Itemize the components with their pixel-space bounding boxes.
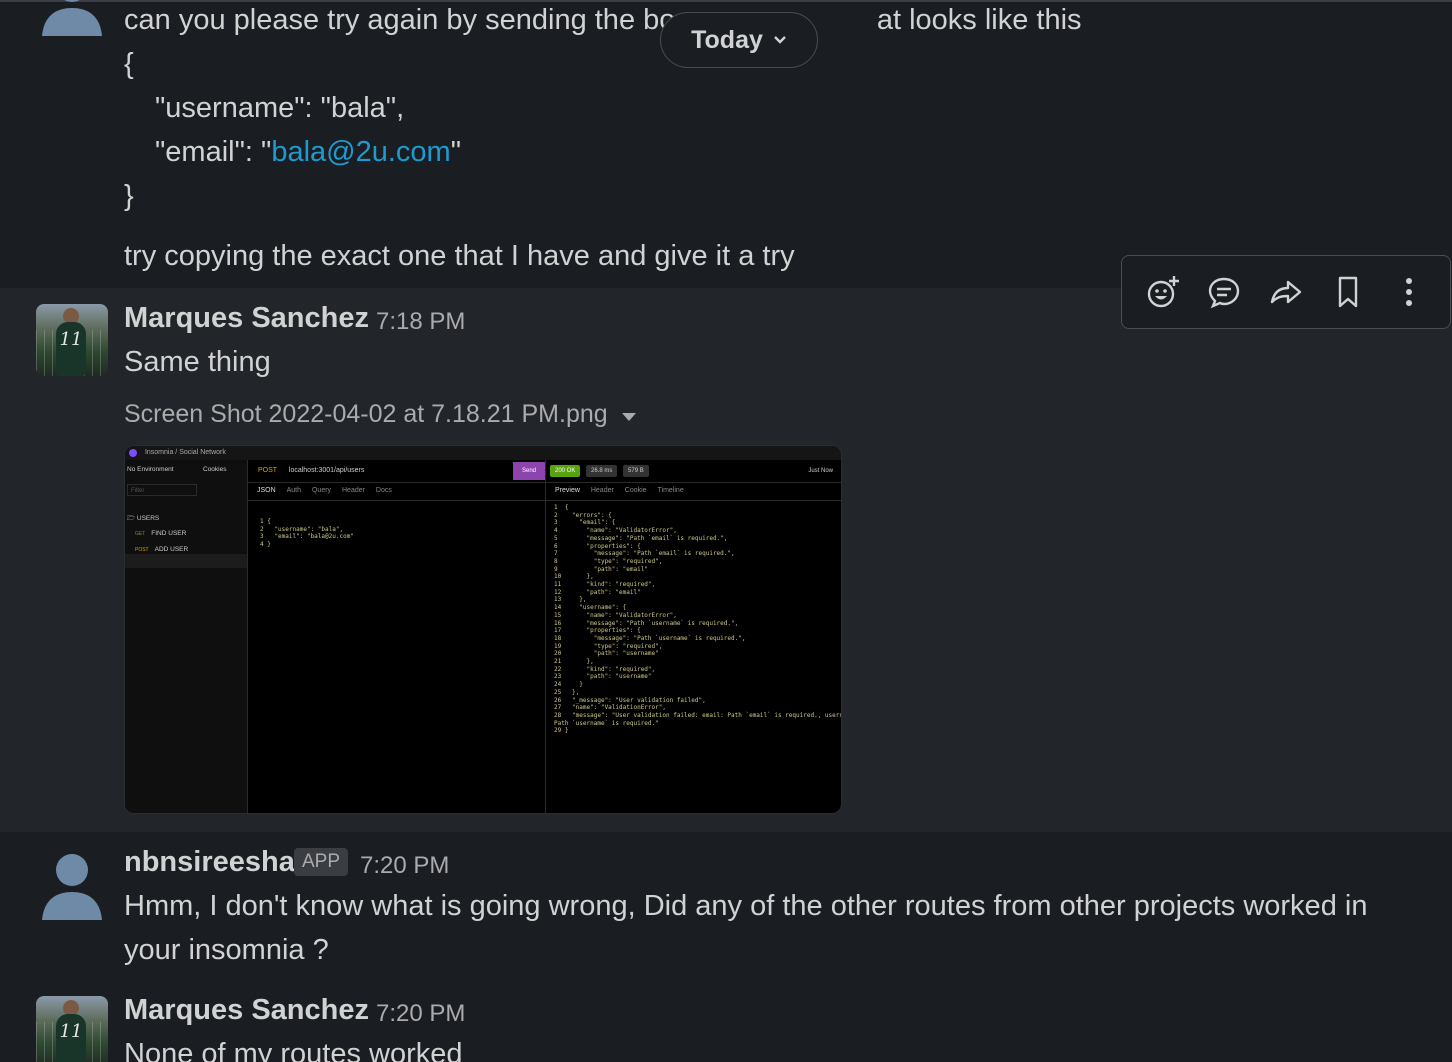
caret-down-icon[interactable] [621, 412, 636, 421]
insomnia-titlebar: Insomnia / Social Network [125, 446, 841, 460]
attachment-image[interactable]: Insomnia / Social Network No Environment… [124, 445, 842, 814]
more-actions-icon [1406, 278, 1413, 306]
insomnia-sidebar: No Environment Cookies Filter 🗁 USERS GE… [125, 460, 248, 813]
insomnia-cookies: Cookies [203, 466, 227, 473]
code-brace-open: { [124, 48, 134, 80]
app-badge: APP [294, 848, 349, 876]
more-actions-button[interactable] [1383, 266, 1435, 318]
insomnia-url-bar: POST localhost:3001/api/users Send [248, 460, 545, 483]
save-for-later-button[interactable] [1322, 266, 1374, 318]
code-line-email: "email": "bala@2u.com" [155, 136, 461, 168]
message-text: your insomnia ? [124, 934, 329, 966]
insomnia-env: No Environment [127, 466, 174, 473]
insomnia-logo-icon [129, 449, 137, 457]
attachment-filename[interactable]: Screen Shot 2022-04-02 at 7.18.21 PM.png [124, 400, 608, 429]
bookmark-icon [1338, 276, 1357, 308]
chevron-down-icon [774, 36, 786, 44]
default-avatar-icon[interactable] [36, 0, 108, 36]
timestamp[interactable]: 7:18 PM [376, 308, 465, 336]
insomnia-response-pane: 200 OK 26.8 ms 579 B Just Now Preview He… [546, 460, 841, 813]
insomnia-folder: 🗁 USERS [127, 515, 160, 522]
insomnia-filter: Filter [127, 484, 197, 496]
insomnia-item: POST ADD USER [135, 546, 189, 553]
message-text: Hmm, I don't know what is going wrong, D… [124, 890, 1368, 922]
author-name[interactable]: nbnsireesha [124, 846, 295, 879]
message-text: None of my routes worked [124, 1038, 463, 1062]
insomnia-item: GET FIND USER [135, 530, 187, 537]
message-line: try copying the exact one that I have an… [124, 240, 795, 272]
attachment-header[interactable]: Screen Shot 2022-04-02 at 7.18.21 PM.png [124, 400, 636, 429]
code-brace-close: } [124, 180, 134, 212]
reply-in-thread-icon [1209, 277, 1240, 309]
timestamp[interactable]: 7:20 PM [376, 1000, 465, 1028]
author-name[interactable]: Marques Sanchez [124, 302, 369, 335]
reply-in-thread-button[interactable] [1198, 266, 1250, 318]
timestamp[interactable]: 7:20 PM [360, 852, 449, 880]
user-avatar[interactable]: 11 [36, 996, 108, 1062]
user-avatar[interactable]: 11 [36, 304, 108, 376]
message-nbnsireesha[interactable]: nbnsireesha APP 7:20 PM Hmm, I don't kno… [0, 832, 1452, 980]
insomnia-title: Insomnia / Social Network [144, 449, 226, 456]
share-button[interactable] [1260, 266, 1312, 318]
message-line: can you please try again by sending the … [124, 4, 1082, 36]
insomnia-request-body: 1 { 2 "username": "bala", 3 "email": "ba… [260, 518, 354, 549]
insomnia-response-body: 1 { 2 "errors": { 3 "email": { 4 "name":… [554, 504, 841, 735]
insomnia-status-bar: 200 OK 26.8 ms 579 B Just Now [546, 460, 841, 483]
insomnia-request-tabs: JSON Auth Query Header Docs [248, 482, 545, 501]
add-reaction-button[interactable] [1137, 266, 1189, 318]
insomnia-send: Send [513, 462, 545, 480]
date-divider-today[interactable]: Today [660, 12, 818, 68]
message-marques-2[interactable]: 11 Marques Sanchez 7:20 PM None of my ro… [0, 980, 1452, 1062]
add-reaction-icon [1147, 276, 1179, 308]
date-label: Today [691, 25, 763, 54]
insomnia-request-pane: POST localhost:3001/api/users Send JSON … [248, 460, 546, 813]
message-actions-toolbar [1121, 255, 1451, 329]
insomnia-response-tabs: Preview Header Cookie Timeline [546, 482, 841, 501]
default-avatar-icon[interactable] [36, 848, 108, 920]
author-name[interactable]: Marques Sanchez [124, 994, 369, 1027]
insomnia-selected-row [125, 554, 247, 568]
share-icon [1270, 280, 1302, 304]
code-line-username: "username": "bala", [155, 92, 405, 124]
email-link[interactable]: bala@2u.com [271, 136, 450, 168]
message-text: Same thing [124, 346, 271, 378]
